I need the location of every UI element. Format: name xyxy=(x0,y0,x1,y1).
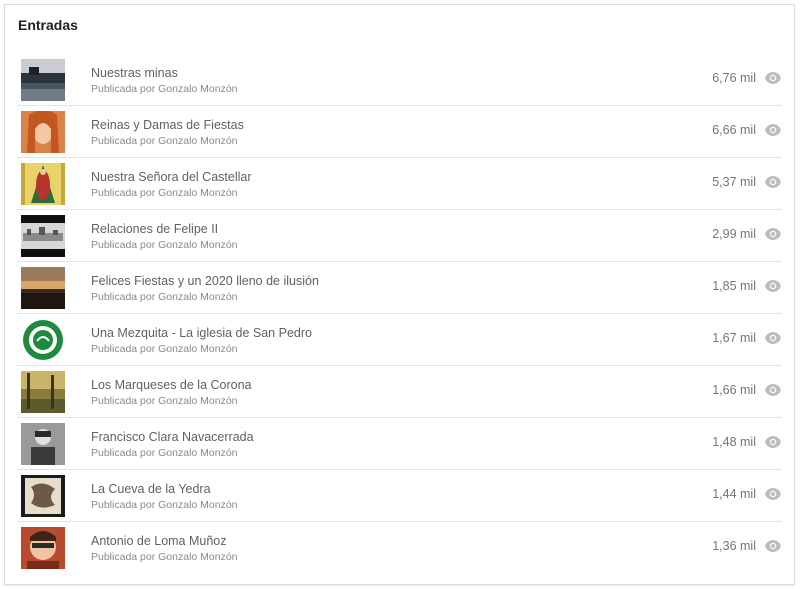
post-byline: Publicada por Gonzalo Monzón xyxy=(91,239,238,251)
post-title[interactable]: Reinas y Damas de Fiestas xyxy=(91,118,244,132)
eye-icon xyxy=(764,331,782,345)
eye-icon xyxy=(764,539,782,553)
post-title[interactable]: Una Mezquita - La iglesia de San Pedro xyxy=(91,326,312,340)
post-title[interactable]: Francisco Clara Navacerrada xyxy=(91,430,254,444)
post-byline: Publicada por Gonzalo Monzón xyxy=(91,551,238,563)
post-title[interactable]: Los Marqueses de la Corona xyxy=(91,378,252,392)
post-row[interactable]: Nuestras minas Publicada por Gonzalo Mon… xyxy=(17,54,782,106)
post-views: 6,76 mil xyxy=(712,71,756,85)
post-title[interactable]: Nuestras minas xyxy=(91,66,178,80)
eye-icon xyxy=(764,175,782,189)
post-views: 6,66 mil xyxy=(712,123,756,137)
post-thumbnail xyxy=(21,527,65,569)
post-byline: Publicada por Gonzalo Monzón xyxy=(91,499,238,511)
post-byline: Publicada por Gonzalo Monzón xyxy=(91,135,238,147)
eye-icon xyxy=(764,435,782,449)
popular-posts-card: Entradas Nuestras minas Publicada por Go… xyxy=(4,4,795,585)
post-views: 2,99 mil xyxy=(712,227,756,241)
eye-icon xyxy=(764,487,782,501)
post-row[interactable]: Felices Fiestas y un 2020 lleno de ilusi… xyxy=(17,262,782,314)
post-byline: Publicada por Gonzalo Monzón xyxy=(91,83,238,95)
post-row[interactable]: Los Marqueses de la Corona Publicada por… xyxy=(17,366,782,418)
post-byline: Publicada por Gonzalo Monzón xyxy=(91,343,238,355)
post-thumbnail xyxy=(21,423,65,465)
post-thumbnail xyxy=(21,371,65,413)
post-title[interactable]: La Cueva de la Yedra xyxy=(91,482,211,496)
post-byline: Publicada por Gonzalo Monzón xyxy=(91,395,238,407)
post-views: 1,66 mil xyxy=(712,383,756,397)
post-thumbnail xyxy=(21,319,65,361)
eye-icon xyxy=(764,383,782,397)
posts-list: Nuestras minas Publicada por Gonzalo Mon… xyxy=(17,54,782,573)
post-views: 1,85 mil xyxy=(712,279,756,293)
post-views: 5,37 mil xyxy=(712,175,756,189)
eye-icon xyxy=(764,123,782,137)
post-views: 1,48 mil xyxy=(712,435,756,449)
eye-icon xyxy=(764,227,782,241)
post-byline: Publicada por Gonzalo Monzón xyxy=(91,291,238,303)
post-byline: Publicada por Gonzalo Monzón xyxy=(91,187,238,199)
eye-icon xyxy=(764,71,782,85)
post-thumbnail xyxy=(21,163,65,205)
post-thumbnail xyxy=(21,111,65,153)
post-thumbnail xyxy=(21,59,65,101)
card-title: Entradas xyxy=(18,17,78,33)
post-views: 1,67 mil xyxy=(712,331,756,345)
eye-icon xyxy=(764,279,782,293)
post-row[interactable]: Una Mezquita - La iglesia de San Pedro P… xyxy=(17,314,782,366)
post-row[interactable]: La Cueva de la Yedra Publicada por Gonza… xyxy=(17,470,782,522)
post-thumbnail xyxy=(21,215,65,257)
post-thumbnail xyxy=(21,267,65,309)
post-title[interactable]: Nuestra Señora del Castellar xyxy=(91,170,252,184)
post-row[interactable]: Reinas y Damas de Fiestas Publicada por … xyxy=(17,106,782,158)
post-row[interactable]: Antonio de Loma Muñoz Publicada por Gonz… xyxy=(17,522,782,573)
post-title[interactable]: Relaciones de Felipe II xyxy=(91,222,218,236)
post-thumbnail xyxy=(21,475,65,517)
post-views: 1,44 mil xyxy=(712,487,756,501)
post-row[interactable]: Francisco Clara Navacerrada Publicada po… xyxy=(17,418,782,470)
post-title[interactable]: Antonio de Loma Muñoz xyxy=(91,534,227,548)
post-byline: Publicada por Gonzalo Monzón xyxy=(91,447,238,459)
post-views: 1,36 mil xyxy=(712,539,756,553)
post-row[interactable]: Relaciones de Felipe II Publicada por Go… xyxy=(17,210,782,262)
post-row[interactable]: Nuestra Señora del Castellar Publicada p… xyxy=(17,158,782,210)
post-title[interactable]: Felices Fiestas y un 2020 lleno de ilusi… xyxy=(91,274,319,288)
